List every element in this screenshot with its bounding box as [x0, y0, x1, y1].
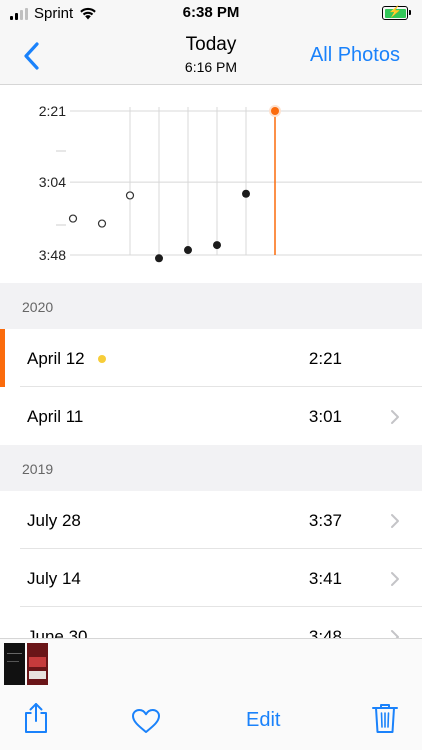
data-point	[68, 214, 78, 223]
data-point	[97, 219, 107, 228]
selected-indicator	[0, 329, 5, 387]
heart-icon[interactable]	[131, 708, 161, 734]
chevron-right-icon	[391, 572, 399, 586]
row-date: July 28	[27, 511, 81, 530]
row-duration: 3:37	[308, 511, 342, 530]
data-point	[271, 107, 279, 115]
y-tick-label: 3:04	[39, 174, 66, 190]
row-duration: 2:21	[308, 349, 342, 368]
row-duration: 3:41	[308, 569, 342, 588]
section-year: 2020	[22, 299, 54, 315]
battery-charging-icon: ⚡	[382, 6, 411, 20]
data-point	[242, 189, 250, 198]
row-date: July 14	[27, 569, 81, 588]
thumbnail-strip	[0, 638, 422, 689]
row-date: April 11	[27, 407, 84, 426]
chevron-right-icon	[391, 410, 399, 424]
data-point	[155, 254, 163, 263]
photo-thumbnail[interactable]	[4, 643, 25, 685]
y-tick-label: 3:48	[39, 247, 66, 263]
list-row-april-12[interactable]: April 12 2:21	[0, 329, 422, 387]
chart-svg: 2:21 3:04 3:48	[39, 103, 422, 263]
data-point	[184, 246, 192, 255]
navigation-bar: Today 6:16 PM All Photos	[0, 28, 422, 85]
list-row-july-28[interactable]: July 28 3:37	[0, 491, 422, 549]
duration-chart: 2:21 3:04 3:48	[0, 85, 422, 283]
section-header-2019: 2019	[0, 445, 422, 491]
list-row-april-11[interactable]: April 11 3:01	[0, 387, 422, 445]
row-date: April 12	[27, 349, 85, 368]
bottom-toolbar: Edit	[0, 688, 422, 750]
trash-icon[interactable]	[371, 702, 399, 734]
row-duration: 3:01	[308, 407, 342, 426]
yellow-dot-icon	[98, 355, 106, 363]
chevron-right-icon	[391, 514, 399, 528]
status-time: 6:38 PM	[182, 4, 240, 21]
list-row-july-14[interactable]: July 14 3:41	[0, 549, 422, 607]
status-bar: Sprint 6:38 PM ⚡	[0, 0, 422, 28]
y-tick-label: 2:21	[39, 103, 66, 119]
section-year: 2019	[22, 461, 54, 477]
photo-thumbnail[interactable]	[27, 643, 48, 685]
all-photos-button[interactable]: All Photos	[310, 44, 400, 67]
share-icon[interactable]	[23, 702, 49, 734]
data-point	[125, 191, 135, 200]
section-header-2020: 2020	[0, 283, 422, 329]
data-point	[213, 241, 221, 250]
edit-button[interactable]: Edit	[246, 709, 280, 732]
